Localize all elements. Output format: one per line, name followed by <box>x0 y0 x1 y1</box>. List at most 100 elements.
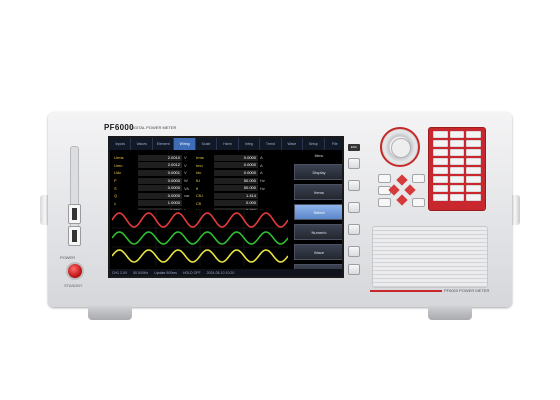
menu-button-wave[interactable]: Wave <box>294 244 342 260</box>
measurement-label2: Imn <box>196 162 203 168</box>
measurement-value2: 1.414 <box>214 192 258 199</box>
function-key[interactable] <box>433 131 448 138</box>
menu-button-display[interactable]: Display <box>294 164 342 180</box>
softkey-2[interactable] <box>348 180 360 191</box>
function-key[interactable] <box>449 149 465 156</box>
measurement-label2: fU <box>196 178 200 184</box>
measurement-label: Umn <box>114 162 123 168</box>
tab-integ[interactable]: Integ <box>239 138 261 150</box>
function-key[interactable] <box>466 140 481 147</box>
status-item: HOLD OFF <box>182 271 201 275</box>
usb-port-2[interactable] <box>68 226 81 246</box>
function-key[interactable] <box>449 131 465 138</box>
measurement-value: 2.0010 <box>138 154 182 161</box>
softkey-5[interactable] <box>348 246 360 257</box>
measurement-unit: V <box>184 155 187 161</box>
tab-inputs[interactable]: Inputs <box>110 138 132 150</box>
key-f1[interactable] <box>378 174 391 183</box>
measurement-unit: var <box>184 193 190 199</box>
function-key[interactable] <box>449 176 465 183</box>
function-key[interactable] <box>466 131 481 138</box>
tab-harm[interactable]: Harm <box>217 138 239 150</box>
tab-wiring[interactable]: Wiring <box>174 138 196 150</box>
arrow-up-icon[interactable] <box>396 174 408 186</box>
softkey-menu-title: Menu <box>314 154 324 158</box>
measurement-label: Udc <box>114 170 122 176</box>
tab-element[interactable]: Element <box>153 138 175 150</box>
function-key[interactable] <box>449 167 465 174</box>
tab-trend[interactable]: Trend <box>260 138 282 150</box>
softkey-4[interactable] <box>348 224 360 235</box>
measurement-value: 0.0000 <box>138 177 182 184</box>
tab-wave[interactable]: Wave <box>282 138 304 150</box>
softkey-1[interactable] <box>348 158 360 169</box>
measurement-unit2: A <box>260 162 263 168</box>
measurement-unit2: Hz <box>260 185 265 191</box>
power-label: POWER <box>60 255 76 260</box>
measurement-label2: fI <box>196 185 199 191</box>
waveform-display <box>112 210 288 266</box>
measurement-unit: W <box>184 178 188 184</box>
measurement-unit: VA <box>184 185 190 191</box>
measurement-unit: V <box>184 162 187 168</box>
softkey-3[interactable] <box>348 202 360 213</box>
function-key[interactable] <box>449 185 465 192</box>
measurement-value: 0.0000 <box>138 192 182 199</box>
function-key[interactable] <box>466 167 481 174</box>
function-key[interactable] <box>433 185 448 192</box>
measurement-row: λ 1.0000 CfI 0.000 <box>114 200 284 208</box>
accent-line <box>370 290 442 292</box>
arrow-down-icon[interactable] <box>396 194 408 206</box>
tab-setup[interactable]: Setup <box>303 138 325 150</box>
measurement-value2: 0.000 <box>214 200 258 207</box>
function-key-grid <box>429 128 485 204</box>
menu-button-numeric[interactable]: Numeric <box>294 224 342 240</box>
esc-key[interactable]: ESC <box>348 144 360 151</box>
model-subtitle: DIGITAL POWER METER <box>130 125 177 130</box>
measurement-row: Udc 0.0001 V Idc 0.0000 A <box>114 169 284 177</box>
tab-values[interactable]: Values <box>131 138 153 150</box>
measurement-unit: V <box>184 170 187 176</box>
menu-button-select[interactable]: Select <box>294 204 342 220</box>
arrow-right-icon[interactable] <box>404 184 416 196</box>
usb-port-1[interactable] <box>68 204 81 224</box>
key-f5[interactable] <box>412 198 425 207</box>
key-f3[interactable] <box>378 198 391 207</box>
key-f4[interactable] <box>412 174 425 183</box>
function-key[interactable] <box>433 140 448 147</box>
function-key[interactable] <box>466 158 481 165</box>
status-item: Update 500ms <box>154 271 177 275</box>
measurement-row: Umn 2.0012 V Imn 0.0000 A <box>114 162 284 170</box>
tab-file[interactable]: File <box>325 138 342 150</box>
function-key[interactable] <box>449 140 465 147</box>
tab-scale[interactable]: Scale <box>196 138 218 150</box>
function-key[interactable] <box>466 176 481 183</box>
measurement-label: Q <box>114 193 118 199</box>
function-key[interactable] <box>433 194 448 201</box>
function-key[interactable] <box>433 158 448 165</box>
measurement-label2: CfI <box>196 200 202 206</box>
softkey-6[interactable] <box>348 264 360 275</box>
function-key[interactable] <box>449 194 465 201</box>
function-key[interactable] <box>433 176 448 183</box>
menu-button-items[interactable]: Items <box>294 184 342 200</box>
measurement-label2: CfU <box>196 193 203 199</box>
function-key[interactable] <box>466 194 481 201</box>
function-key[interactable] <box>466 185 481 192</box>
softkey-menu: Menu DisplayItemsSelectNumericWaveTrend1… <box>294 150 342 276</box>
measurement-label: λ <box>114 200 116 206</box>
measurement-row: S 0.0000 VA fI 50.000 Hz <box>114 184 284 192</box>
function-key[interactable] <box>466 149 481 156</box>
measurement-value2: 0.0000 <box>214 154 258 161</box>
right-foot <box>428 306 472 320</box>
measurement-unit2: Hz <box>260 178 265 184</box>
power-button[interactable] <box>66 262 84 280</box>
measurement-table: Urms 2.0010 V Irms 0.0000 A Umn 2.0012 V Imn 0.000… <box>114 154 284 215</box>
status-item: 2024-05-10 10:20 <box>206 271 235 275</box>
function-key[interactable] <box>433 167 448 174</box>
screen-tab-bar: Inputs Values Element Wiring Scale Harm Integ T… <box>110 138 342 150</box>
function-key[interactable] <box>449 158 465 165</box>
rotary-knob[interactable] <box>380 127 420 167</box>
standby-label: STANDBY <box>64 283 83 288</box>
function-key[interactable] <box>433 149 448 156</box>
